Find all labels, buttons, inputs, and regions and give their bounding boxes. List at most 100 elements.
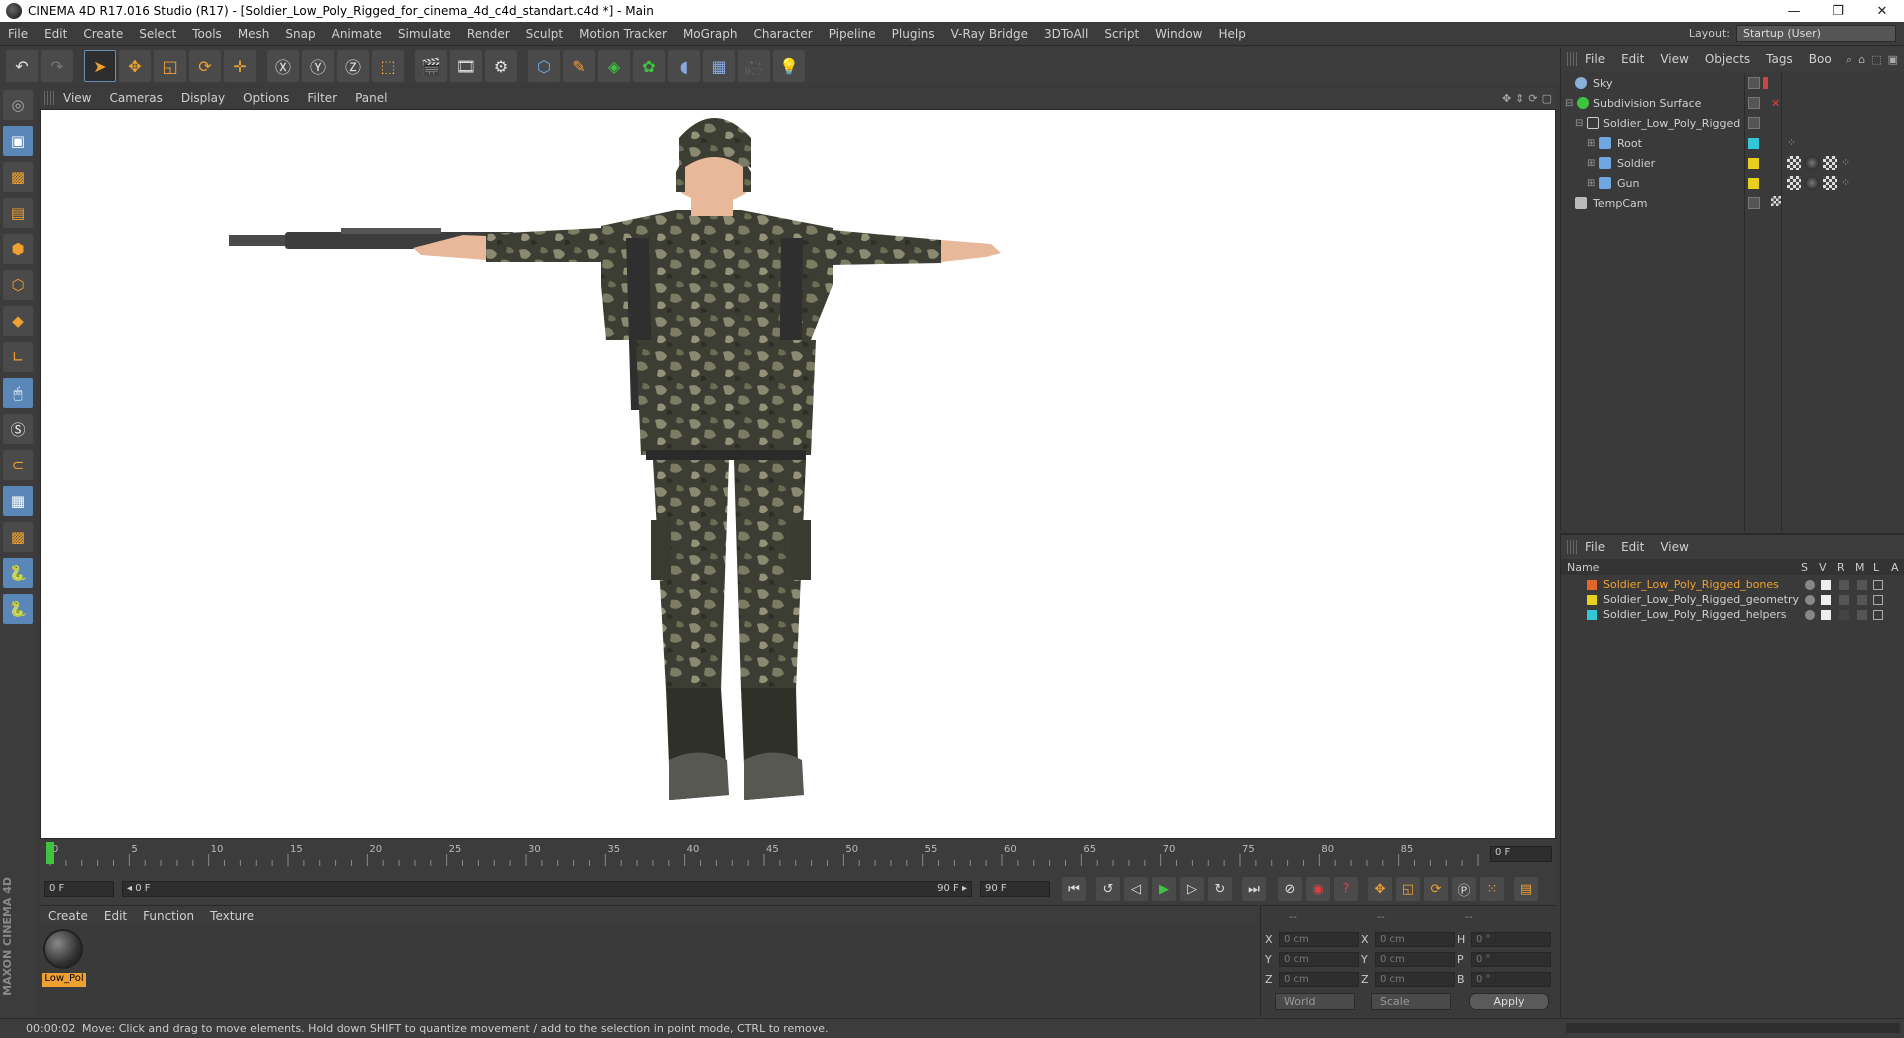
ik-tag-icon[interactable]: ⁘: [1787, 136, 1801, 150]
rot-b-field[interactable]: 0 °: [1471, 971, 1551, 987]
size-y-field[interactable]: 0 cm: [1375, 951, 1455, 967]
material-menu-function[interactable]: Function: [135, 909, 202, 923]
size-z-field[interactable]: 0 cm: [1375, 971, 1455, 987]
x-axis-lock-icon[interactable]: Ⓧ: [267, 50, 299, 82]
3d-viewport[interactable]: [40, 109, 1556, 839]
playhead-marker[interactable]: [46, 842, 54, 864]
viewport-menu-view[interactable]: View: [54, 91, 100, 105]
camera-icon[interactable]: 🎥: [738, 50, 770, 82]
panel-grip-icon[interactable]: [44, 91, 54, 105]
layer-row-helpers[interactable]: Soldier_Low_Poly_Rigged_helpers: [1561, 607, 1904, 622]
autokey-icon[interactable]: ?: [1334, 877, 1358, 901]
minimize-button[interactable]: —: [1772, 0, 1816, 22]
make-editable-icon[interactable]: ◎: [3, 90, 33, 120]
menu-window[interactable]: Window: [1147, 27, 1210, 41]
layer-render-icon[interactable]: [1839, 609, 1849, 620]
axis-mode-icon[interactable]: ∟: [3, 342, 33, 372]
key-scale-icon[interactable]: ◱: [1396, 877, 1420, 901]
start-frame-field[interactable]: 0 F: [44, 881, 114, 897]
viewport-pan-icon[interactable]: ✥: [1502, 92, 1511, 105]
python-script-2-icon[interactable]: 🐍: [3, 594, 33, 624]
goto-start-icon[interactable]: ⏮: [1062, 877, 1086, 901]
material-name-label[interactable]: Low_Pol: [42, 973, 86, 987]
model-mode-icon[interactable]: ▣: [3, 126, 33, 156]
preview-range-slider[interactable]: ◂ 0 F 90 F ▸: [122, 881, 972, 897]
object-row-subdivision-surface[interactable]: ⊟ Subdivision Surface ✕: [1561, 93, 1904, 113]
search-icon[interactable]: ⌕: [1846, 53, 1852, 67]
layers-menu-view[interactable]: View: [1652, 540, 1696, 554]
key-parameter-icon[interactable]: Ⓟ: [1452, 877, 1476, 901]
filter-icon[interactable]: ⬚: [1871, 53, 1881, 67]
coordinate-mode-dropdown[interactable]: World: [1275, 993, 1355, 1010]
scale-tool-icon[interactable]: ◱: [154, 50, 186, 82]
uvw-tag-icon[interactable]: [1787, 176, 1801, 190]
menu-pipeline[interactable]: Pipeline: [821, 27, 884, 41]
object-row-gun[interactable]: ⊞ Gun ⁘: [1561, 173, 1904, 193]
panel-grip-icon[interactable]: [1567, 540, 1577, 554]
layer-color-swatch[interactable]: [1587, 594, 1597, 605]
menu-sculpt[interactable]: Sculpt: [518, 27, 571, 41]
viewport-menu-cameras[interactable]: Cameras: [100, 91, 171, 105]
floor-icon[interactable]: ▦: [703, 50, 735, 82]
expand-icon[interactable]: ⊟: [1565, 98, 1573, 109]
menu-mesh[interactable]: Mesh: [230, 27, 278, 41]
layer-lock-icon[interactable]: [1873, 609, 1883, 620]
key-rotation-icon[interactable]: ⟳: [1424, 877, 1448, 901]
subdivision-surface-icon[interactable]: ◈: [598, 50, 630, 82]
y-axis-lock-icon[interactable]: Ⓨ: [302, 50, 334, 82]
texture-tag-icon[interactable]: [1823, 156, 1837, 170]
menu-simulate[interactable]: Simulate: [390, 27, 459, 41]
snapping-icon[interactable]: ⊂: [3, 450, 33, 480]
layers-menu-edit[interactable]: Edit: [1613, 540, 1652, 554]
render-picture-viewer-icon[interactable]: 🎞: [450, 50, 482, 82]
pen-spline-icon[interactable]: ✎: [563, 50, 595, 82]
redo-icon[interactable]: ↷: [41, 50, 73, 82]
menu-create[interactable]: Create: [75, 27, 131, 41]
objects-menu-file[interactable]: File: [1577, 52, 1613, 66]
layer-solo-icon[interactable]: [1805, 579, 1815, 590]
render-view-icon[interactable]: 🎬: [415, 50, 447, 82]
viewport-menu-display[interactable]: Display: [172, 91, 234, 105]
material-tag-icon[interactable]: [1805, 156, 1819, 170]
workplane-lock-icon[interactable]: ▦: [3, 486, 33, 516]
layer-manager-icon[interactable]: [1857, 609, 1867, 620]
material-tag-icon[interactable]: [1805, 176, 1819, 190]
key-pla-icon[interactable]: ⁙: [1480, 877, 1504, 901]
end-frame-field[interactable]: 90 F: [980, 881, 1050, 897]
menu-help[interactable]: Help: [1210, 27, 1253, 41]
layer-color-swatch[interactable]: [1587, 579, 1597, 590]
layer-color-swatch[interactable]: [1748, 178, 1759, 189]
menu-tools[interactable]: Tools: [184, 27, 230, 41]
rot-p-field[interactable]: 0 °: [1471, 951, 1551, 967]
tweak-mode-icon[interactable]: 🖱: [3, 378, 33, 408]
play-icon[interactable]: ▶: [1152, 877, 1176, 901]
workplane-mode-icon[interactable]: ▤: [3, 198, 33, 228]
material-menu-edit[interactable]: Edit: [96, 909, 135, 923]
menu-plugins[interactable]: Plugins: [884, 27, 943, 41]
material-swatch[interactable]: [43, 929, 83, 969]
editor-visibility-icon[interactable]: [1748, 117, 1760, 129]
goto-previous-key-icon[interactable]: ↺: [1096, 877, 1120, 901]
visibility-dots-icon[interactable]: [1763, 77, 1768, 89]
weight-tag-icon[interactable]: ⁘: [1841, 156, 1855, 170]
objects-menu-bookmarks[interactable]: Boo: [1801, 52, 1840, 66]
weight-tag-icon[interactable]: ⁘: [1841, 176, 1855, 190]
menu-character[interactable]: Character: [745, 27, 820, 41]
pos-y-field[interactable]: 0 cm: [1279, 951, 1359, 967]
goto-end-icon[interactable]: ⏭: [1242, 877, 1266, 901]
layer-solo-icon[interactable]: [1805, 609, 1815, 620]
menu-file[interactable]: File: [0, 27, 36, 41]
viewport-menu-panel[interactable]: Panel: [346, 91, 396, 105]
editor-visibility-icon[interactable]: [1748, 97, 1760, 109]
texture-mode-icon[interactable]: ▩: [3, 162, 33, 192]
protection-tag-icon[interactable]: [1771, 196, 1781, 206]
layout-dropdown[interactable]: Startup (User): [1736, 25, 1896, 42]
record-disabled-icon[interactable]: ⊘: [1278, 877, 1302, 901]
menu-motion-tracker[interactable]: Motion Tracker: [571, 27, 675, 41]
menu-select[interactable]: Select: [131, 27, 184, 41]
polygons-mode-icon[interactable]: ◆: [3, 306, 33, 336]
layer-manager-icon[interactable]: [1857, 579, 1867, 590]
pos-x-field[interactable]: 0 cm: [1279, 931, 1359, 947]
layer-view-icon[interactable]: [1821, 579, 1831, 590]
coordinate-system-icon[interactable]: ⬚: [372, 50, 404, 82]
